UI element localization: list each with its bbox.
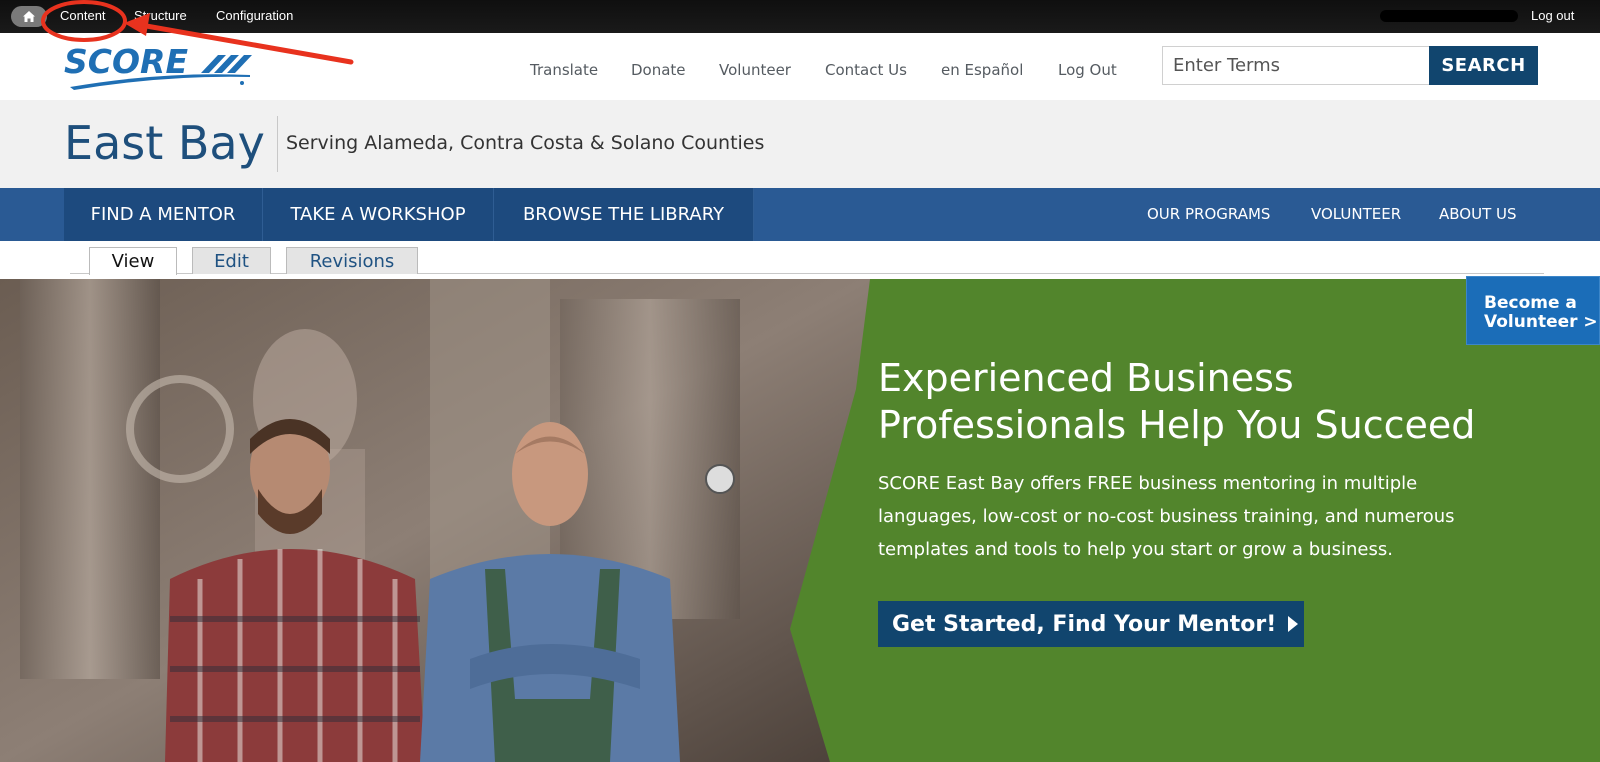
util-link-logout[interactable]: Log Out [1058, 61, 1117, 79]
hero-photo [0, 279, 870, 762]
volunteer-line2: Volunteer > [1484, 312, 1598, 332]
chapter-subtitle: Serving Alameda, Contra Costa & Solano C… [286, 132, 765, 154]
util-link-espanol[interactable]: en Español [941, 61, 1023, 79]
nav-about-us[interactable]: ABOUT US [1439, 205, 1517, 223]
volunteer-line1: Become a [1484, 293, 1577, 313]
tab-edit[interactable]: Edit [192, 247, 271, 274]
nav-volunteer[interactable]: VOLUNTEER [1311, 205, 1401, 223]
find-mentor-cta-button[interactable]: Get Started, Find Your Mentor! [878, 601, 1304, 647]
hero-body-text: SCORE East Bay offers FREE business ment… [878, 473, 1455, 560]
admin-link-structure[interactable]: Structure [134, 8, 187, 23]
chapter-divider [277, 116, 278, 172]
util-link-translate[interactable]: Translate [530, 61, 598, 79]
become-volunteer-button[interactable]: Become a Volunteer > [1466, 276, 1600, 345]
nav-find-a-mentor[interactable]: FIND A MENTOR [64, 188, 263, 241]
nav-take-a-workshop[interactable]: TAKE A WORKSHOP [263, 188, 494, 241]
admin-logout-link[interactable]: Log out [1531, 8, 1574, 23]
util-link-donate[interactable]: Donate [631, 61, 686, 79]
util-link-volunteer[interactable]: Volunteer [719, 61, 791, 79]
tab-revisions[interactable]: Revisions [286, 247, 418, 274]
redacted-username [1380, 10, 1518, 22]
hero-heading: Experienced Business Professionals Help … [878, 355, 1578, 449]
admin-link-content[interactable]: Content [60, 8, 106, 23]
site-header: SCORE Translate Donate Volunteer Contact… [0, 33, 1600, 100]
svg-text:SCORE: SCORE [64, 43, 188, 81]
hero-banner: Experienced Business Professionals Help … [0, 279, 1600, 762]
hero-heading-line1: Experienced Business [878, 356, 1294, 400]
main-nav: FIND A MENTOR TAKE A WORKSHOP BROWSE THE… [0, 188, 1600, 241]
tab-view[interactable]: View [89, 247, 177, 275]
search-input[interactable] [1162, 46, 1430, 85]
admin-toolbar: Content Structure Configuration Log out [0, 0, 1600, 33]
util-link-contact-us[interactable]: Contact Us [825, 61, 907, 79]
chapter-title[interactable]: East Bay [64, 116, 265, 170]
nav-our-programs[interactable]: OUR PROGRAMS [1147, 205, 1270, 223]
hero-heading-line2: Professionals Help You Succeed [878, 403, 1476, 447]
admin-link-configuration[interactable]: Configuration [216, 8, 293, 23]
score-logo[interactable]: SCORE [64, 43, 264, 91]
nav-browse-the-library[interactable]: BROWSE THE LIBRARY [494, 188, 754, 241]
chapter-band: East Bay Serving Alameda, Contra Costa &… [0, 100, 1600, 188]
search-button[interactable]: SEARCH [1429, 46, 1538, 85]
home-icon [23, 11, 35, 22]
play-arrow-icon [1288, 616, 1299, 632]
cta-label: Get Started, Find Your Mentor! [892, 611, 1277, 637]
home-button[interactable] [11, 6, 47, 27]
